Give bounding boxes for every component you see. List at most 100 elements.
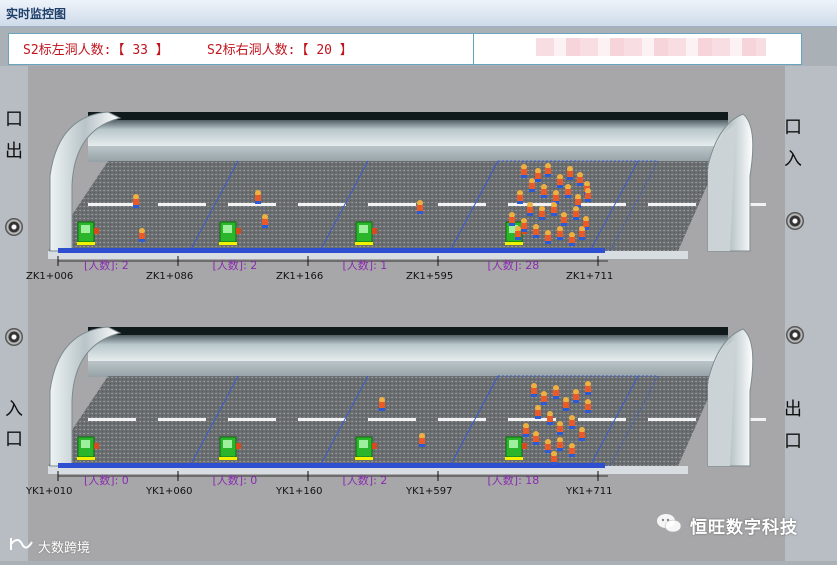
redacted-area bbox=[536, 38, 766, 56]
fan-icon bbox=[786, 326, 804, 344]
segment-count: [人数]: 0 bbox=[84, 472, 129, 488]
worker-icon bbox=[521, 164, 527, 178]
segment-count-value: 1 bbox=[376, 259, 388, 272]
fan-icon bbox=[5, 328, 23, 346]
segment-bar bbox=[446, 248, 605, 253]
worker-icon bbox=[509, 212, 515, 226]
tunnel-bottom bbox=[48, 326, 766, 481]
segment-count: [人数]: 2 bbox=[213, 257, 258, 273]
worker-icon bbox=[545, 230, 551, 244]
right-top-label-2: 入 bbox=[784, 149, 802, 170]
worker-icon bbox=[539, 206, 545, 220]
worker-icon bbox=[139, 228, 145, 242]
worker-icon bbox=[569, 443, 575, 457]
worker-icon bbox=[569, 415, 575, 429]
right-tunnel-count: S2标右洞人数:【 20 】 bbox=[207, 39, 353, 58]
segment-count-value: 18 bbox=[521, 474, 540, 487]
segment-bar bbox=[58, 463, 186, 468]
worker-icon bbox=[551, 451, 557, 465]
fan-icon bbox=[5, 218, 23, 236]
worker-icon bbox=[585, 399, 591, 413]
worker-icon bbox=[545, 163, 551, 177]
worker-icon bbox=[262, 214, 268, 228]
worker-icon bbox=[551, 202, 557, 216]
left-top-label-1: 口 bbox=[5, 109, 23, 130]
left-tunnel-count: S2标左洞人数:【 33 】 bbox=[23, 39, 169, 58]
worker-icon bbox=[535, 168, 541, 182]
source-logo-icon bbox=[10, 538, 33, 550]
summary-cell: S2标左洞人数:【 33 】 S2标右洞人数:【 20 】 bbox=[9, 34, 474, 64]
segment-count: [人数]: 0 bbox=[213, 472, 258, 488]
left-count-label: S2标左洞人数:【 bbox=[23, 43, 133, 58]
worker-icon bbox=[417, 200, 423, 214]
window-title: 实时监控图 bbox=[6, 7, 67, 21]
worker-icon bbox=[561, 212, 567, 226]
source-watermark: 大数跨境 bbox=[38, 541, 91, 556]
segment-bar bbox=[58, 248, 186, 253]
segment-count: [人数]: 2 bbox=[84, 257, 129, 273]
stake-label: ZK1+595 bbox=[406, 271, 454, 282]
segment-count-label: [人数]: bbox=[212, 259, 247, 272]
worker-icon bbox=[585, 381, 591, 395]
worker-icon bbox=[535, 405, 541, 419]
worker-icon bbox=[567, 166, 573, 180]
worker-icon bbox=[579, 226, 585, 240]
segment-count-value: 28 bbox=[521, 259, 540, 272]
tunnel-top bbox=[48, 111, 766, 266]
worker-icon bbox=[531, 383, 537, 397]
brand-watermark: 恒旺数字科技 bbox=[690, 518, 798, 538]
right-count-label: S2标右洞人数:【 bbox=[207, 43, 317, 58]
segment-count: [人数]: 2 bbox=[343, 472, 388, 488]
segment-count-value: 2 bbox=[376, 474, 388, 487]
worker-icon bbox=[545, 439, 551, 453]
segment-bar bbox=[315, 248, 446, 253]
worker-icon bbox=[563, 397, 569, 411]
segment-count-label: [人数]: bbox=[487, 259, 522, 272]
worker-icon bbox=[547, 411, 553, 425]
stake-label: ZK1+006 bbox=[26, 271, 74, 282]
segment-count: [人数]: 1 bbox=[343, 257, 388, 273]
worker-icon bbox=[557, 421, 563, 435]
worker-icon bbox=[565, 184, 571, 198]
right-side-panel bbox=[785, 66, 837, 561]
monitor-scene: ZK1+006 ZK1+086 ZK1+166 ZK1+595 ZK1+711 [人数]:… bbox=[26, 66, 785, 561]
worker-icon bbox=[529, 178, 535, 192]
segment-bar bbox=[186, 248, 315, 253]
segment-count-label: [人数]: bbox=[487, 474, 522, 487]
segment-count-label: [人数]: bbox=[84, 259, 119, 272]
right-bottom-label-2: 口 bbox=[784, 431, 802, 452]
segment-bar bbox=[446, 463, 605, 468]
worker-icon bbox=[521, 218, 527, 232]
wechat-icon bbox=[657, 514, 682, 533]
segment-count-value: 0 bbox=[118, 474, 129, 487]
worker-icon bbox=[557, 226, 563, 240]
worker-icon bbox=[533, 431, 539, 445]
worker-icon bbox=[585, 188, 591, 202]
left-count-suffix: 】 bbox=[147, 43, 169, 58]
segment-bar bbox=[315, 463, 446, 468]
worker-icon bbox=[577, 172, 583, 186]
worker-icon bbox=[579, 427, 585, 441]
stake-label: YK1+711 bbox=[566, 486, 613, 497]
worker-icon bbox=[527, 202, 533, 216]
worker-icon bbox=[541, 391, 547, 405]
left-count-value: 33 bbox=[132, 43, 148, 58]
worker-icon bbox=[541, 184, 547, 198]
segment-count-label: [人数]: bbox=[212, 474, 247, 487]
window-titlebar: 实时监控图 bbox=[0, 0, 837, 27]
segment-count-value: 0 bbox=[246, 474, 258, 487]
worker-icon bbox=[553, 190, 559, 204]
right-top-label-1: 口 bbox=[784, 117, 802, 138]
segment-count-label: [人数]: bbox=[342, 474, 377, 487]
worker-icon bbox=[533, 224, 539, 238]
right-bottom-label-1: 出 bbox=[784, 399, 802, 420]
fan-icon bbox=[786, 212, 804, 230]
segment-count-label: [人数]: bbox=[84, 474, 119, 487]
worker-icon bbox=[553, 385, 559, 399]
worker-icon bbox=[515, 226, 521, 240]
worker-icon bbox=[573, 389, 579, 403]
worker-icon bbox=[569, 232, 575, 246]
worker-icon bbox=[557, 437, 563, 451]
worker-icon bbox=[517, 190, 523, 204]
right-count-suffix: 】 bbox=[331, 43, 353, 58]
